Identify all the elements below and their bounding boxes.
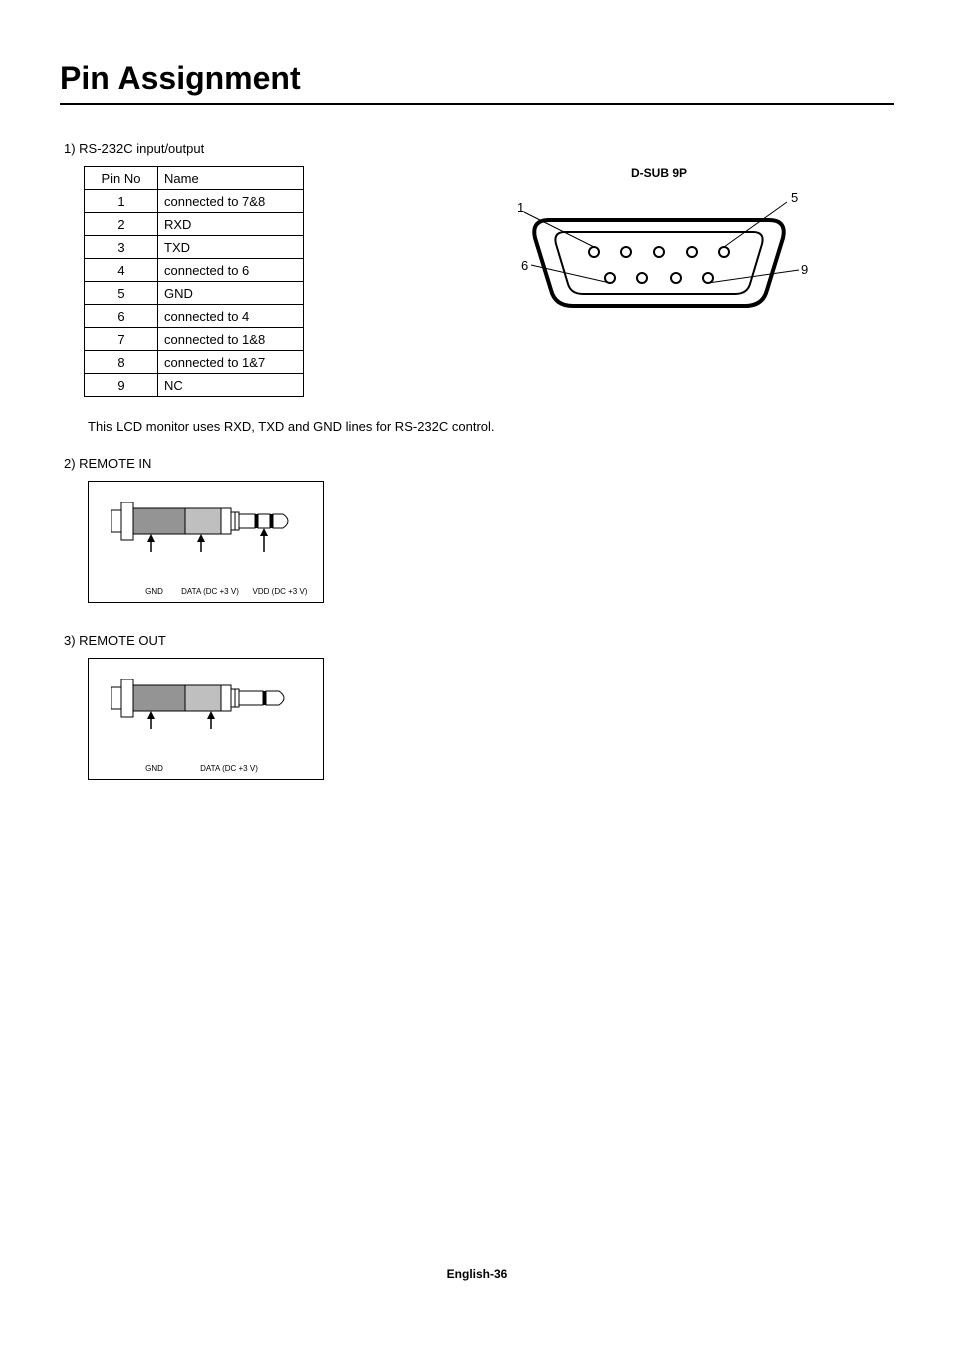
dsub-title: D-SUB 9P: [631, 166, 687, 180]
dsub-connector-icon: 1 5 6 9: [509, 190, 809, 330]
pin5-label: 5: [791, 190, 798, 205]
table-row: 9NC: [85, 374, 304, 397]
section2-label: 2) REMOTE IN: [64, 456, 894, 471]
remote-in-data-label: DATA (DC +3 V): [175, 587, 245, 596]
remote-in-diagram: GND DATA (DC +3 V) VDD (DC +3 V): [88, 481, 324, 603]
page-footer: English-36: [0, 1267, 954, 1281]
table-row: 8connected to 1&7: [85, 351, 304, 374]
pin1-label: 1: [517, 200, 524, 215]
remote-out-diagram: GND DATA (DC +3 V): [88, 658, 324, 780]
trs-plug-icon: [111, 502, 296, 562]
page-title: Pin Assignment: [60, 60, 894, 97]
remote-out-data-label: DATA (DC +3 V): [189, 764, 269, 773]
table-row: 5GND: [85, 282, 304, 305]
section-rs232c: 1) RS-232C input/output Pin No Name 1con…: [60, 141, 894, 434]
table-row: 2RXD: [85, 213, 304, 236]
th-pinno: Pin No: [85, 167, 158, 190]
section1-note: This LCD monitor uses RXD, TXD and GND l…: [88, 419, 894, 434]
table-row: 7connected to 1&8: [85, 328, 304, 351]
remote-out-gnd-label: GND: [139, 764, 169, 773]
section-remote-out: 3) REMOTE OUT GND DATA (DC +3 V: [60, 633, 894, 780]
table-row: 4connected to 6: [85, 259, 304, 282]
ts-plug-icon: [111, 679, 296, 739]
table-row: 6connected to 4: [85, 305, 304, 328]
pin9-label: 9: [801, 262, 808, 277]
pin6-label: 6: [521, 258, 528, 273]
table-row: 1connected to 7&8: [85, 190, 304, 213]
section1-label: 1) RS-232C input/output: [64, 141, 894, 156]
table-row: 3TXD: [85, 236, 304, 259]
title-rule: [60, 103, 894, 105]
section3-label: 3) REMOTE OUT: [64, 633, 894, 648]
pin-table: Pin No Name 1connected to 7&8 2RXD 3TXD …: [84, 166, 304, 397]
section-remote-in: 2) REMOTE IN: [60, 456, 894, 603]
remote-in-vdd-label: VDD (DC +3 V): [245, 587, 315, 596]
remote-in-gnd-label: GND: [139, 587, 169, 596]
dsub-diagram: D-SUB 9P: [424, 166, 894, 330]
page: Pin Assignment 1) RS-232C input/output P…: [0, 0, 954, 1351]
th-name: Name: [158, 167, 304, 190]
